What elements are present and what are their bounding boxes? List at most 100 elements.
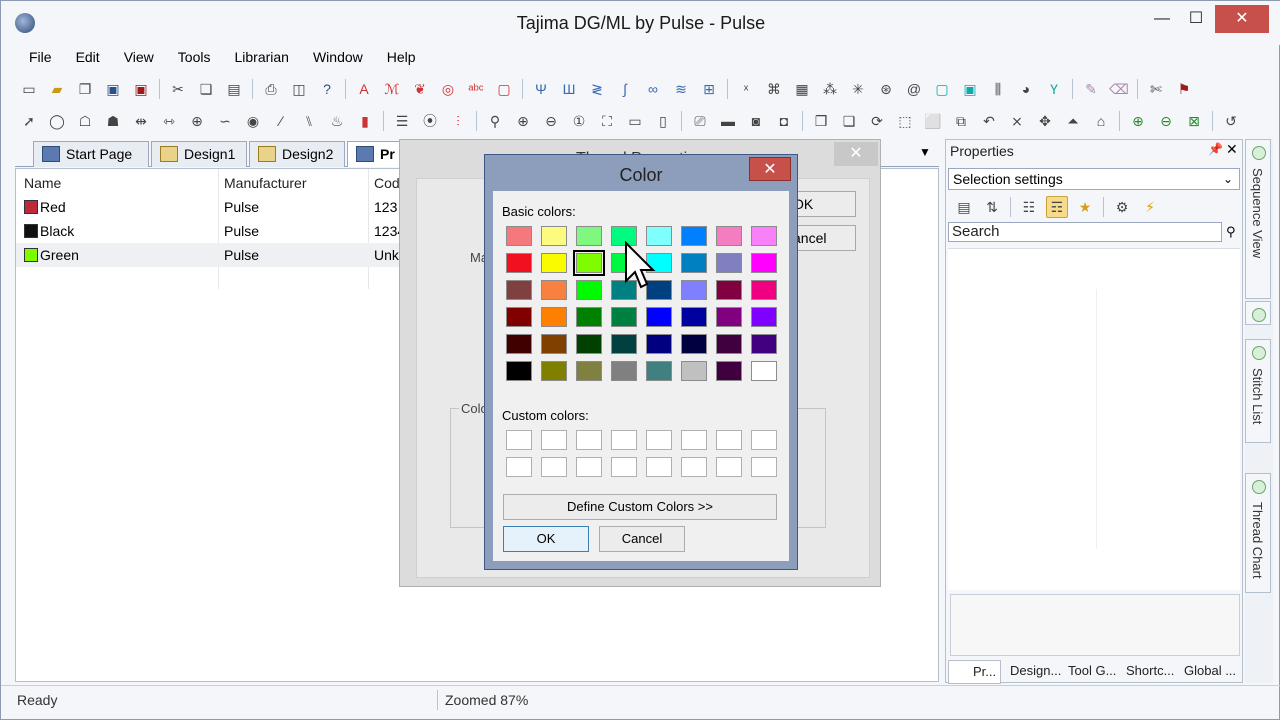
- eraser-icon[interactable]: ⌫: [1108, 78, 1130, 100]
- basic-color-swatch[interactable]: [716, 307, 742, 327]
- zoom-in-icon[interactable]: ⊕: [512, 110, 534, 132]
- zoom-width-icon[interactable]: ▯: [652, 110, 674, 132]
- basic-color-swatch[interactable]: [751, 226, 777, 246]
- trophy-icon[interactable]: Ү: [1043, 78, 1065, 100]
- run-stitch-icon[interactable]: ≷: [586, 78, 608, 100]
- menu-help[interactable]: Help: [375, 47, 428, 69]
- group-icon[interactable]: ❒: [810, 110, 832, 132]
- save-icon[interactable]: ▣: [102, 78, 124, 100]
- new-file-icon[interactable]: ▭: [18, 78, 40, 100]
- basic-color-swatch[interactable]: [541, 280, 567, 300]
- basic-color-swatch[interactable]: [541, 253, 567, 273]
- basic-color-swatch[interactable]: [716, 226, 742, 246]
- tab-design[interactable]: Design...: [1010, 663, 1061, 678]
- table-row[interactable]: Green Pulse Unk: [16, 243, 416, 267]
- define-custom-colors-button[interactable]: Define Custom Colors >>: [503, 494, 777, 520]
- basic-color-swatch[interactable]: [681, 253, 707, 273]
- curve-stitch-icon[interactable]: ∫: [614, 78, 636, 100]
- custom-color-swatch[interactable]: [541, 430, 567, 450]
- custom-color-swatch[interactable]: [611, 457, 637, 477]
- side-tab-sequence-view[interactable]: Sequence View: [1245, 139, 1271, 299]
- bezier-icon[interactable]: ∽: [214, 110, 236, 132]
- paste-icon[interactable]: ▤: [223, 78, 245, 100]
- link-stitch-icon[interactable]: ∞: [642, 78, 664, 100]
- basic-color-swatch[interactable]: [681, 280, 707, 300]
- zoom-fit-icon[interactable]: ⛶: [596, 110, 618, 132]
- basic-color-swatch[interactable]: [541, 307, 567, 327]
- custom-color-swatch[interactable]: [751, 457, 777, 477]
- select-point-icon[interactable]: ☖: [74, 110, 96, 132]
- print-icon[interactable]: ⎙: [260, 78, 282, 100]
- custom-color-swatch[interactable]: [716, 430, 742, 450]
- column-stitch-icon[interactable]: Ш: [558, 78, 580, 100]
- print-stitch-icon[interactable]: ◘: [773, 110, 795, 132]
- cross-stitch-icon[interactable]: ⌘: [763, 78, 785, 100]
- custom-color-swatch[interactable]: [646, 457, 672, 477]
- text-effects-icon[interactable]: ᵃᵇᶜ: [465, 78, 487, 100]
- move-icon[interactable]: ✥: [1034, 110, 1056, 132]
- menu-file[interactable]: File: [17, 47, 64, 69]
- select-arrow-icon[interactable]: ➚: [18, 110, 40, 132]
- close-icon[interactable]: ✕: [1226, 141, 1238, 158]
- basic-color-swatch[interactable]: [576, 361, 602, 381]
- side-tab-stitch-list[interactable]: Stitch List: [1245, 339, 1271, 443]
- undo-rotate-icon[interactable]: ↶: [978, 110, 1000, 132]
- knife-icon[interactable]: ∕: [270, 110, 292, 132]
- basic-color-swatch[interactable]: [646, 361, 672, 381]
- custom-color-swatch[interactable]: [506, 430, 532, 450]
- camera-icon[interactable]: ◙: [745, 110, 767, 132]
- selection-dropdown[interactable]: Selection settings ⌄: [948, 168, 1240, 190]
- basic-color-swatch[interactable]: [541, 334, 567, 354]
- basic-color-swatch[interactable]: [573, 250, 605, 276]
- custom-color-swatch[interactable]: [751, 430, 777, 450]
- maximize-button[interactable]: ☐: [1181, 5, 1211, 33]
- node-tool-icon[interactable]: ⊠: [1183, 110, 1205, 132]
- collapse-icon[interactable]: ⨯: [1006, 110, 1028, 132]
- print-preview-icon[interactable]: ◫: [288, 78, 310, 100]
- basic-color-swatch[interactable]: [716, 334, 742, 354]
- ok-button[interactable]: OK: [503, 526, 589, 552]
- basic-color-swatch[interactable]: [506, 334, 532, 354]
- zoom-1-1-icon[interactable]: ①: [568, 110, 590, 132]
- star-stitch-icon[interactable]: ✳: [847, 78, 869, 100]
- tab-global[interactable]: Global ...: [1184, 663, 1236, 678]
- tab-shortcuts[interactable]: Shortc...: [1126, 663, 1174, 678]
- cut-icon[interactable]: ✂: [167, 78, 189, 100]
- pin-icon[interactable]: 📌: [1208, 142, 1223, 156]
- tab-start-page[interactable]: Start Page: [33, 141, 149, 167]
- favorite-star-icon[interactable]: ★: [1074, 196, 1096, 218]
- basic-color-swatch[interactable]: [751, 334, 777, 354]
- basic-color-swatch[interactable]: [681, 334, 707, 354]
- eye-icon[interactable]: ◉: [242, 110, 264, 132]
- save-close-icon[interactable]: ▣: [130, 78, 152, 100]
- scale-icon[interactable]: ⬜: [922, 110, 944, 132]
- basic-color-swatch[interactable]: [541, 226, 567, 246]
- custom-color-swatch[interactable]: [506, 457, 532, 477]
- complex-fill-icon[interactable]: ⊞: [698, 78, 720, 100]
- lasso-icon[interactable]: ◯: [46, 110, 68, 132]
- properties-view-icon[interactable]: ☷: [1018, 196, 1040, 218]
- applique-icon[interactable]: ❦: [409, 78, 431, 100]
- zoom-page-icon[interactable]: ▭: [624, 110, 646, 132]
- basic-color-swatch[interactable]: [611, 361, 637, 381]
- menu-librarian[interactable]: Librarian: [222, 47, 300, 69]
- menu-view[interactable]: View: [112, 47, 166, 69]
- custom-color-swatch[interactable]: [716, 457, 742, 477]
- rotate-point-icon[interactable]: ⊕: [186, 110, 208, 132]
- close-icon[interactable]: ✕: [834, 142, 878, 166]
- basic-color-swatch[interactable]: [506, 253, 532, 273]
- reshape-icon[interactable]: ☗: [102, 110, 124, 132]
- close-icon[interactable]: ✕: [749, 157, 791, 181]
- distribute-icon[interactable]: ⦿: [419, 110, 441, 132]
- sequence-icon[interactable]: ⫶: [447, 110, 469, 132]
- zigzag-icon[interactable]: ≋: [670, 78, 692, 100]
- add-node-icon[interactable]: ⊕: [1127, 110, 1149, 132]
- spiral-icon[interactable]: @: [903, 78, 925, 100]
- custom-color-swatch[interactable]: [541, 457, 567, 477]
- envelope-icon[interactable]: ⌂: [1090, 110, 1112, 132]
- zoom-icon[interactable]: ⚲: [484, 110, 506, 132]
- shape-icon[interactable]: ▢: [931, 78, 953, 100]
- spool-icon[interactable]: ▮: [354, 110, 376, 132]
- tab-design1[interactable]: Design1: [151, 141, 247, 167]
- basic-color-swatch[interactable]: [506, 361, 532, 381]
